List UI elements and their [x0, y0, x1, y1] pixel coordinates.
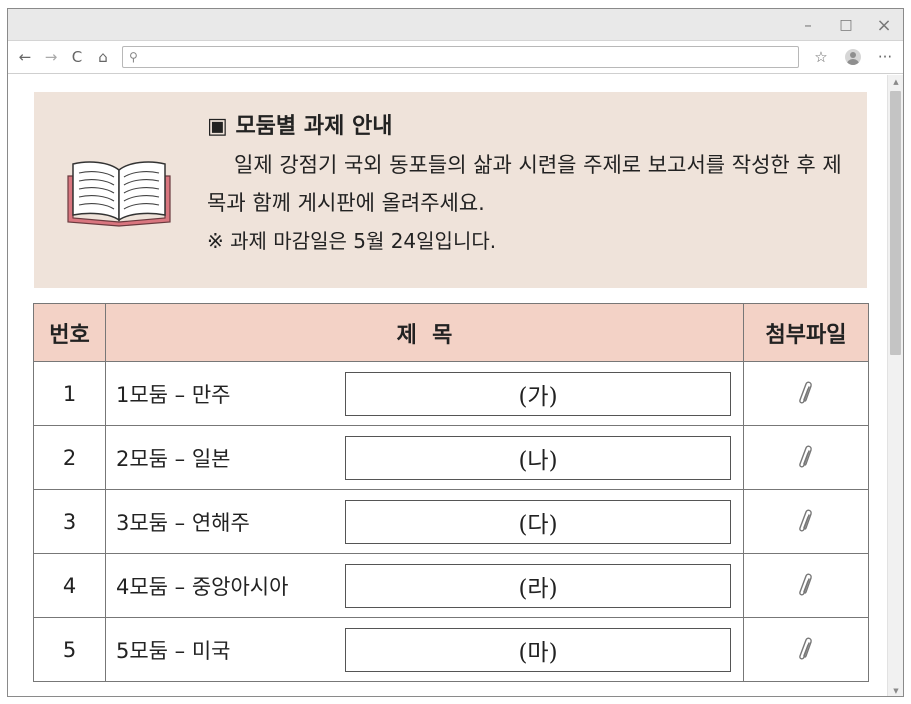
notice-deadline: ※ 과제 마감일은 5월 24일입니다. — [207, 229, 497, 253]
forward-button[interactable]: → — [38, 44, 64, 70]
table-row: 5 5모둠 – 미국 (마) — [33, 617, 869, 682]
window-controls: – □ × — [789, 9, 903, 41]
title-answer-box[interactable]: (나) — [345, 435, 731, 480]
scroll-up-icon[interactable]: ▲ — [888, 75, 903, 89]
more-menu-icon[interactable]: ··· — [871, 44, 899, 70]
table-row: 3 3모둠 – 연해주 (다) — [33, 489, 869, 554]
notice-body: 일제 강점기 국외 동포들의 삶과 시련을 주제로 보고서를 작성한 후 제목과… — [207, 153, 842, 215]
row-number: 4 — [33, 553, 106, 618]
row-number: 5 — [33, 617, 106, 682]
paperclip-icon[interactable] — [796, 508, 816, 536]
search-icon: ⚲ — [129, 50, 138, 64]
header-title: 제 목 — [105, 303, 744, 362]
title-answer-box[interactable]: (마) — [345, 627, 731, 672]
table-row: 2 2모둠 – 일본 (나) — [33, 425, 869, 490]
paperclip-icon[interactable] — [796, 380, 816, 408]
address-bar[interactable]: ⚲ — [122, 46, 799, 68]
row-number: 2 — [33, 425, 106, 490]
scroll-thumb[interactable] — [890, 91, 901, 355]
row-number: 1 — [33, 361, 106, 426]
group-label: 1모둠 – 만주 — [116, 382, 231, 407]
table-row: 1 1모둠 – 만주 (가) — [33, 361, 869, 426]
title-answer-box[interactable]: (라) — [345, 563, 731, 608]
paperclip-icon[interactable] — [796, 444, 816, 472]
row-title: 4모둠 – 중앙아시아 (라) — [105, 553, 744, 618]
row-attachment — [743, 617, 869, 682]
row-title: 1모둠 – 만주 (가) — [105, 361, 744, 426]
title-bar: – □ × — [8, 9, 903, 41]
close-button[interactable]: × — [865, 9, 903, 41]
browser-window: – □ × ← → C ⌂ ⚲ ☆ ··· ▣ 모둠별 과제 안내 일제 강점기… — [7, 8, 904, 697]
favorites-icon[interactable]: ☆ — [807, 44, 835, 70]
group-label: 2모둠 – 일본 — [116, 446, 231, 471]
row-title: 2모둠 – 일본 (나) — [105, 425, 744, 490]
back-button[interactable]: ← — [12, 44, 38, 70]
table-row: 4 4모둠 – 중앙아시아 (라) — [33, 553, 869, 618]
row-title: 3모둠 – 연해주 (다) — [105, 489, 744, 554]
header-number: 번호 — [33, 303, 106, 362]
row-attachment — [743, 489, 869, 554]
row-attachment — [743, 361, 869, 426]
title-answer-box[interactable]: (다) — [345, 499, 731, 544]
notice-text: ▣ 모둠별 과제 안내 일제 강점기 국외 동포들의 삶과 시련을 주제로 보고… — [207, 110, 857, 260]
vertical-scrollbar[interactable]: ▲ ▼ — [887, 75, 903, 696]
assignment-notice: ▣ 모둠별 과제 안내 일제 강점기 국외 동포들의 삶과 시련을 주제로 보고… — [34, 92, 867, 288]
paperclip-icon[interactable] — [796, 572, 816, 600]
scroll-down-icon[interactable]: ▼ — [888, 684, 903, 696]
group-label: 5모둠 – 미국 — [116, 638, 231, 663]
row-number: 3 — [33, 489, 106, 554]
avatar-icon — [845, 49, 861, 65]
browser-toolbar: ← → C ⌂ ⚲ ☆ ··· — [8, 41, 903, 74]
maximize-button[interactable]: □ — [827, 9, 865, 41]
task-table: 번호 제 목 첨부파일 1 1모둠 – 만주 (가) 2 2모둠 – 일본 (나… — [33, 303, 869, 682]
title-answer-box[interactable]: (가) — [345, 371, 731, 416]
home-button[interactable]: ⌂ — [90, 44, 116, 70]
header-attachment: 첨부파일 — [743, 303, 869, 362]
paperclip-icon[interactable] — [796, 636, 816, 664]
profile-button[interactable] — [839, 44, 867, 70]
refresh-button[interactable]: C — [64, 44, 90, 70]
row-title: 5모둠 – 미국 (마) — [105, 617, 744, 682]
group-label: 4모둠 – 중앙아시아 — [116, 574, 289, 599]
page-content: ▣ 모둠별 과제 안내 일제 강점기 국외 동포들의 삶과 시련을 주제로 보고… — [8, 75, 889, 696]
table-header-row: 번호 제 목 첨부파일 — [33, 303, 869, 362]
notice-title: ▣ 모둠별 과제 안내 — [207, 114, 393, 139]
row-attachment — [743, 553, 869, 618]
row-attachment — [743, 425, 869, 490]
open-book-icon — [67, 161, 171, 227]
toolbar-right: ☆ ··· — [807, 44, 899, 70]
group-label: 3모둠 – 연해주 — [116, 510, 250, 535]
minimize-button[interactable]: – — [789, 9, 827, 41]
